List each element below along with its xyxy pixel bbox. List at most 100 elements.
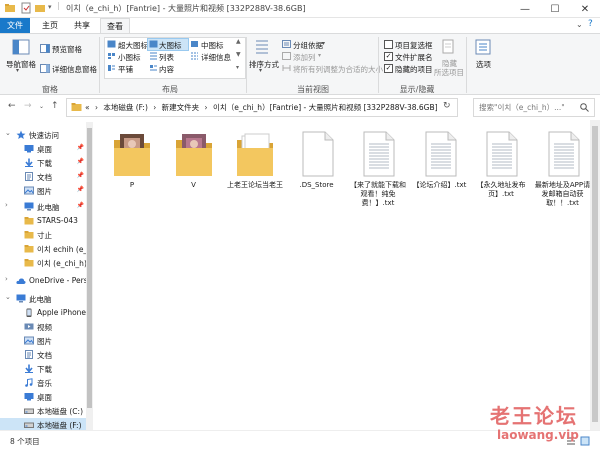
breadcrumb-drive-f[interactable]: 本地磁盘 (F:) <box>103 103 148 112</box>
nav-item[interactable]: 图片 <box>0 334 92 348</box>
recent-locations-icon[interactable]: ⌄ <box>39 103 44 110</box>
nav-item[interactable]: 寸止 <box>0 228 92 242</box>
file-item[interactable]: 上老王论坛当老王 <box>227 130 283 190</box>
nav-item[interactable]: 本地磁盘 (C:) <box>0 404 92 418</box>
large-icons-view-icon[interactable] <box>580 436 590 446</box>
breadcrumb-separator[interactable]: › <box>153 103 156 112</box>
nav-item[interactable]: 音乐 <box>0 376 92 390</box>
forward-arrow-icon[interactable]: → <box>24 101 32 111</box>
breadcrumb-current-folder[interactable]: 이치（e_chi_h）[Fantrie] - 大量照片和视频 [332P288V… <box>213 103 438 112</box>
hidden-items-checkbox[interactable]: ✓ <box>384 64 393 73</box>
expand-chevron-icon[interactable]: ⌄ <box>5 293 11 301</box>
pc-icon <box>16 294 26 303</box>
breadcrumb: « › 本地磁盘 (F:) › 新建文件夹 › 이치（e_chi_h）[Fant… <box>85 102 438 113</box>
new-folder-icon[interactable] <box>34 2 46 14</box>
options-icon <box>475 39 491 55</box>
tab-file[interactable]: 文件 <box>0 18 30 33</box>
file-item[interactable]: .DS_Store <box>289 130 345 190</box>
nav-item[interactable]: 视频 <box>0 320 92 334</box>
file-item[interactable]: 【永久地址发布页】.txt <box>473 130 529 199</box>
nav-item[interactable]: 文档 📌 <box>0 170 92 184</box>
cloud-icon <box>16 278 26 284</box>
tab-home[interactable]: 主页 <box>36 18 64 33</box>
nav-item-label: 此电脑 <box>37 203 60 212</box>
nav-item[interactable]: 이치 echih (e_cl <box>0 242 92 256</box>
nav-item[interactable]: 图片 📌 <box>0 184 92 198</box>
nav-item-label: 音乐 <box>37 379 52 388</box>
nav-item[interactable]: 文档 <box>0 348 92 362</box>
ribbon-tabs: 文件 主页 共享 查看 ⌄ ? <box>0 18 600 35</box>
pin-icon: 📌 <box>76 172 84 179</box>
group-by-label: 分组依据 <box>293 41 323 50</box>
text-file-icon <box>481 130 521 178</box>
file-item[interactable]: 【论坛介绍】.txt <box>412 130 468 190</box>
expand-chevron-icon[interactable]: › <box>5 275 8 283</box>
nav-item[interactable]: 下载 📌 <box>0 156 92 170</box>
video-icon <box>24 323 34 330</box>
breadcrumb-separator[interactable]: › <box>95 103 98 112</box>
content-label: 内容 <box>159 65 174 74</box>
nav-item[interactable]: 桌面 📌 <box>0 142 92 156</box>
nav-item[interactable]: 桌面 <box>0 390 92 404</box>
nav-item-label: 寸止 <box>37 231 52 240</box>
nav-item[interactable]: Apple iPhone <box>0 306 92 320</box>
content-scrollbar-thumb[interactable] <box>592 126 598 422</box>
nav-item[interactable]: 本地磁盘 (F:) <box>0 418 92 430</box>
expand-chevron-icon[interactable]: › <box>5 201 8 209</box>
breadcrumb-new-folder[interactable]: 新建文件夹 <box>162 103 200 112</box>
search-input[interactable]: 搜索"이치（e_chi_h）..." <box>473 98 595 117</box>
breadcrumb-overflow[interactable]: « <box>85 103 90 112</box>
up-arrow-icon[interactable]: ↑ <box>51 101 59 111</box>
nav-item[interactable]: 下载 <box>0 362 92 376</box>
refresh-icon[interactable]: ↻ <box>443 101 451 111</box>
nav-item-label: 快速访问 <box>29 131 59 140</box>
address-dropdown-icon[interactable]: ⌄ <box>429 102 435 110</box>
nav-item-label: 本地磁盘 (F:) <box>37 421 82 430</box>
nav-item-label: Apple iPhone <box>37 308 87 317</box>
minimize-button[interactable]: — <box>510 0 540 18</box>
file-item[interactable]: P <box>104 130 160 190</box>
options-label: 选项 <box>476 60 491 69</box>
nav-item-label: 下载 <box>37 365 52 374</box>
size-columns-label: 将所有列调整为合适的大小 <box>293 65 383 74</box>
small-icons-icon <box>108 53 115 59</box>
nav-item[interactable]: 快速访问 <box>0 128 92 142</box>
nav-item[interactable]: OneDrive - Perso <box>0 274 92 288</box>
desktop-icon <box>24 393 34 401</box>
close-button[interactable]: ✕ <box>570 0 600 18</box>
details-label: 详细信息 <box>201 53 231 62</box>
gallery-more-icon[interactable]: ▾ <box>236 64 239 71</box>
gallery-scroll-down-icon[interactable]: ▼ <box>236 51 241 58</box>
customize-toolbar-icon[interactable]: ▾ <box>48 3 52 11</box>
item-checkboxes-checkbox[interactable] <box>384 40 393 49</box>
file-extensions-checkbox[interactable]: ✓ <box>384 52 393 61</box>
nav-scrollbar-thumb[interactable] <box>87 128 92 408</box>
file-item[interactable]: V <box>166 130 222 190</box>
maximize-button[interactable]: ☐ <box>540 0 570 18</box>
file-item[interactable]: 【来了就能下载和观看！纯免费！】.txt <box>350 130 406 208</box>
search-icon[interactable] <box>580 103 589 112</box>
file-name: .DS_Store <box>299 181 334 189</box>
nav-item[interactable]: 이치 (e_chi_h) <box>0 256 92 270</box>
breadcrumb-separator[interactable]: › <box>205 103 208 112</box>
nav-item-label: 이치 (e_chi_h) <box>37 259 87 268</box>
medium-icons-label: 中图标 <box>201 41 224 50</box>
pin-icon: 📌 <box>76 144 84 151</box>
address-bar[interactable]: « › 本地磁盘 (F:) › 新建文件夹 › 이치（e_chi_h）[Fant… <box>66 98 458 117</box>
nav-item[interactable]: STARS-043 <box>0 214 92 228</box>
properties-icon[interactable] <box>20 2 32 14</box>
blank-file-icon <box>297 130 337 178</box>
back-arrow-icon[interactable]: ← <box>8 101 16 111</box>
nav-pane-icon <box>12 39 30 55</box>
nav-item[interactable]: 此电脑 <box>0 292 92 306</box>
gallery-scroll-up-icon[interactable]: ▲ <box>236 38 241 45</box>
download-icon <box>25 364 33 373</box>
pin-icon: 📌 <box>76 186 84 193</box>
file-item[interactable]: 最新地址及APP请发邮箱自动获取！！.txt <box>535 130 591 208</box>
expand-chevron-icon[interactable]: ⌄ <box>5 129 11 137</box>
help-icon[interactable]: ? <box>588 19 593 29</box>
nav-item[interactable]: 此电脑 📌 <box>0 200 92 214</box>
expand-ribbon-icon[interactable]: ⌄ <box>576 20 583 29</box>
preview-pane-label: 预览窗格 <box>52 45 82 54</box>
tab-share[interactable]: 共享 <box>68 18 96 33</box>
